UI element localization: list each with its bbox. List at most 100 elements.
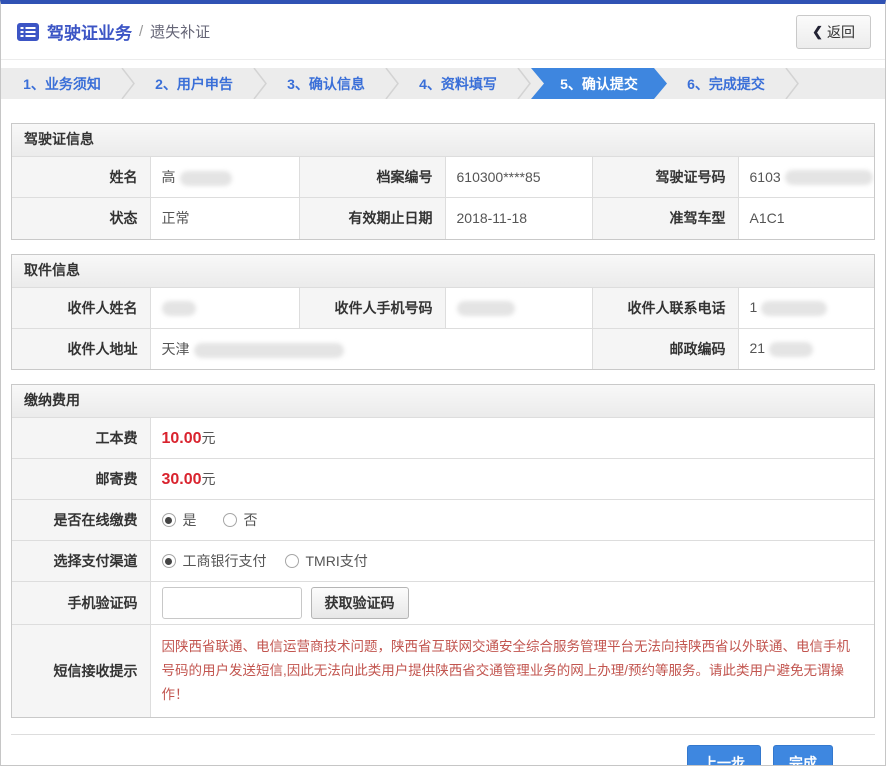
table-row: 状态 正常 有效期止日期 2018-11-18 准驾车型 A1C1 <box>12 198 874 239</box>
radio-option-icbc[interactable]: 工商银行支付 <box>162 551 267 571</box>
name-value: 高 <box>150 157 299 198</box>
previous-step-button[interactable]: 上一步 <box>687 745 761 766</box>
redacted-blur <box>785 170 873 185</box>
fees-table: 工本费 10.00元 邮寄费 30.00元 是否在线缴费 是 <box>12 417 874 717</box>
sms-notice-label: 短信接收提示 <box>12 625 150 718</box>
license-info-section: 驾驶证信息 姓名 高 档案编号 610300****85 驾驶证号码 6103 … <box>11 123 875 240</box>
radio-option-no[interactable]: 否 <box>223 510 258 530</box>
radio-option-tmri[interactable]: TMRI支付 <box>285 551 368 571</box>
fees-title: 缴纳费用 <box>12 385 874 417</box>
online-pay-options: 是 否 <box>150 500 874 541</box>
get-code-button[interactable]: 获取验证码 <box>311 587 409 619</box>
breadcrumb-divider: / <box>139 23 143 40</box>
vehicle-class-value: A1C1 <box>738 198 874 239</box>
postage-value: 30.00元 <box>150 459 874 500</box>
vehicle-class-label: 准驾车型 <box>592 198 738 239</box>
recipient-mobile-label: 收件人手机号码 <box>299 287 445 328</box>
expiry-value: 2018-11-18 <box>445 198 592 239</box>
redacted-blur <box>457 301 515 316</box>
postage-amount: 30.00 <box>162 471 202 488</box>
recipient-phone-label: 收件人联系电话 <box>592 287 738 328</box>
pay-channel-label: 选择支付渠道 <box>12 541 150 582</box>
fees-section: 缴纳费用 工本费 10.00元 邮寄费 30.00元 是否在线缴费 <box>11 384 875 718</box>
radio-option-label: 是 <box>183 510 197 530</box>
step-4-fill-materials[interactable]: 4、资料填写 <box>399 68 517 99</box>
table-row: 手机验证码 获取验证码 <box>12 582 874 625</box>
sms-code-cell: 获取验证码 <box>150 582 874 625</box>
radio-unchecked-icon[interactable] <box>223 513 237 527</box>
finish-button[interactable]: 完成 <box>773 745 833 766</box>
recipient-mobile-value <box>445 287 592 328</box>
step-5-confirm-submit[interactable]: 5、确认提交 <box>531 68 667 99</box>
license-no-label: 驾驶证号码 <box>592 157 738 198</box>
radio-checked-icon[interactable] <box>162 554 176 568</box>
card-fee-label: 工本费 <box>12 418 150 459</box>
step-2-user-declaration[interactable]: 2、用户申告 <box>135 68 253 99</box>
step-separator-icon <box>785 68 799 99</box>
recipient-name-value <box>150 287 299 328</box>
postcode-label: 邮政编码 <box>592 328 738 369</box>
license-form-icon <box>17 23 39 41</box>
table-row: 工本费 10.00元 <box>12 418 874 459</box>
recipient-name-label: 收件人姓名 <box>12 287 150 328</box>
page: 驾驶证业务 / 遗失补证 ❮ 返回 1、业务须知 2、用户申告 3、确认信息 4… <box>0 0 886 766</box>
table-row: 姓名 高 档案编号 610300****85 驾驶证号码 6103 <box>12 157 874 198</box>
redacted-blur <box>194 343 344 358</box>
sms-code-input[interactable] <box>162 587 302 619</box>
license-no-value: 6103 <box>738 157 874 198</box>
recipient-address-value: 天津 <box>150 328 592 369</box>
table-row: 是否在线缴费 是 否 <box>12 500 874 541</box>
sms-code-label: 手机验证码 <box>12 582 150 625</box>
license-info-title: 驾驶证信息 <box>12 124 874 156</box>
sms-notice-cell: 因陕西省联通、电信运营商技术问题，陕西省互联网交通安全综合服务管理平台无法向持陕… <box>150 625 874 718</box>
step-wizard: 1、业务须知 2、用户申告 3、确认信息 4、资料填写 5、确认提交 6、完成提… <box>1 68 885 99</box>
step-1-business-notice[interactable]: 1、业务须知 <box>3 68 121 99</box>
table-row: 邮寄费 30.00元 <box>12 459 874 500</box>
step-3-confirm-info[interactable]: 3、确认信息 <box>267 68 385 99</box>
step-6-finish-submit[interactable]: 6、完成提交 <box>667 68 785 99</box>
table-row: 收件人姓名 收件人手机号码 收件人联系电话 1 <box>12 287 874 328</box>
fee-unit: 元 <box>202 471 216 487</box>
back-button[interactable]: ❮ 返回 <box>796 15 871 49</box>
name-label: 姓名 <box>12 157 150 198</box>
breadcrumb-current: 遗失补证 <box>150 21 210 42</box>
status-value: 正常 <box>150 198 299 239</box>
expiry-label: 有效期止日期 <box>299 198 445 239</box>
pickup-info-table: 收件人姓名 收件人手机号码 收件人联系电话 1 收件人地址 天津 邮政编码 21 <box>12 287 874 370</box>
header: 驾驶证业务 / 遗失补证 ❮ 返回 <box>1 4 885 60</box>
redacted-blur <box>761 301 827 316</box>
step-separator-icon <box>253 68 267 99</box>
main-content: 驾驶证信息 姓名 高 档案编号 610300****85 驾驶证号码 6103 … <box>1 123 885 718</box>
step-separator-icon <box>517 68 531 99</box>
radio-option-label: 否 <box>244 510 258 530</box>
file-no-label: 档案编号 <box>299 157 445 198</box>
redacted-blur <box>769 342 813 357</box>
table-row: 选择支付渠道 工商银行支付 TMRI支付 <box>12 541 874 582</box>
radio-option-label: TMRI支付 <box>306 551 368 571</box>
radio-checked-icon[interactable] <box>162 513 176 527</box>
postage-label: 邮寄费 <box>12 459 150 500</box>
recipient-phone-value: 1 <box>738 287 874 328</box>
chevron-left-icon: ❮ <box>812 24 823 40</box>
table-row: 短信接收提示 因陕西省联通、电信运营商技术问题，陕西省互联网交通安全综合服务管理… <box>12 625 874 718</box>
page-title: 驾驶证业务 <box>47 19 132 44</box>
table-row: 收件人地址 天津 邮政编码 21 <box>12 328 874 369</box>
footer-actions: 上一步 完成 <box>11 734 875 766</box>
recipient-address-label: 收件人地址 <box>12 328 150 369</box>
pickup-info-title: 取件信息 <box>12 255 874 287</box>
pay-channel-options: 工商银行支付 TMRI支付 <box>150 541 874 582</box>
step-separator-icon <box>121 68 135 99</box>
redacted-blur <box>180 171 232 186</box>
online-pay-label: 是否在线缴费 <box>12 500 150 541</box>
file-no-value: 610300****85 <box>445 157 592 198</box>
license-info-table: 姓名 高 档案编号 610300****85 驾驶证号码 6103 状态 正常 … <box>12 156 874 239</box>
radio-option-label: 工商银行支付 <box>183 551 267 571</box>
back-button-label: 返回 <box>827 22 855 42</box>
card-fee-amount: 10.00 <box>162 430 202 447</box>
postcode-value: 21 <box>738 328 874 369</box>
card-fee-value: 10.00元 <box>150 418 874 459</box>
radio-unchecked-icon[interactable] <box>285 554 299 568</box>
pickup-info-section: 取件信息 收件人姓名 收件人手机号码 收件人联系电话 1 收件人地址 天津 邮政… <box>11 254 875 371</box>
fee-unit: 元 <box>202 430 216 446</box>
radio-option-yes[interactable]: 是 <box>162 510 197 530</box>
